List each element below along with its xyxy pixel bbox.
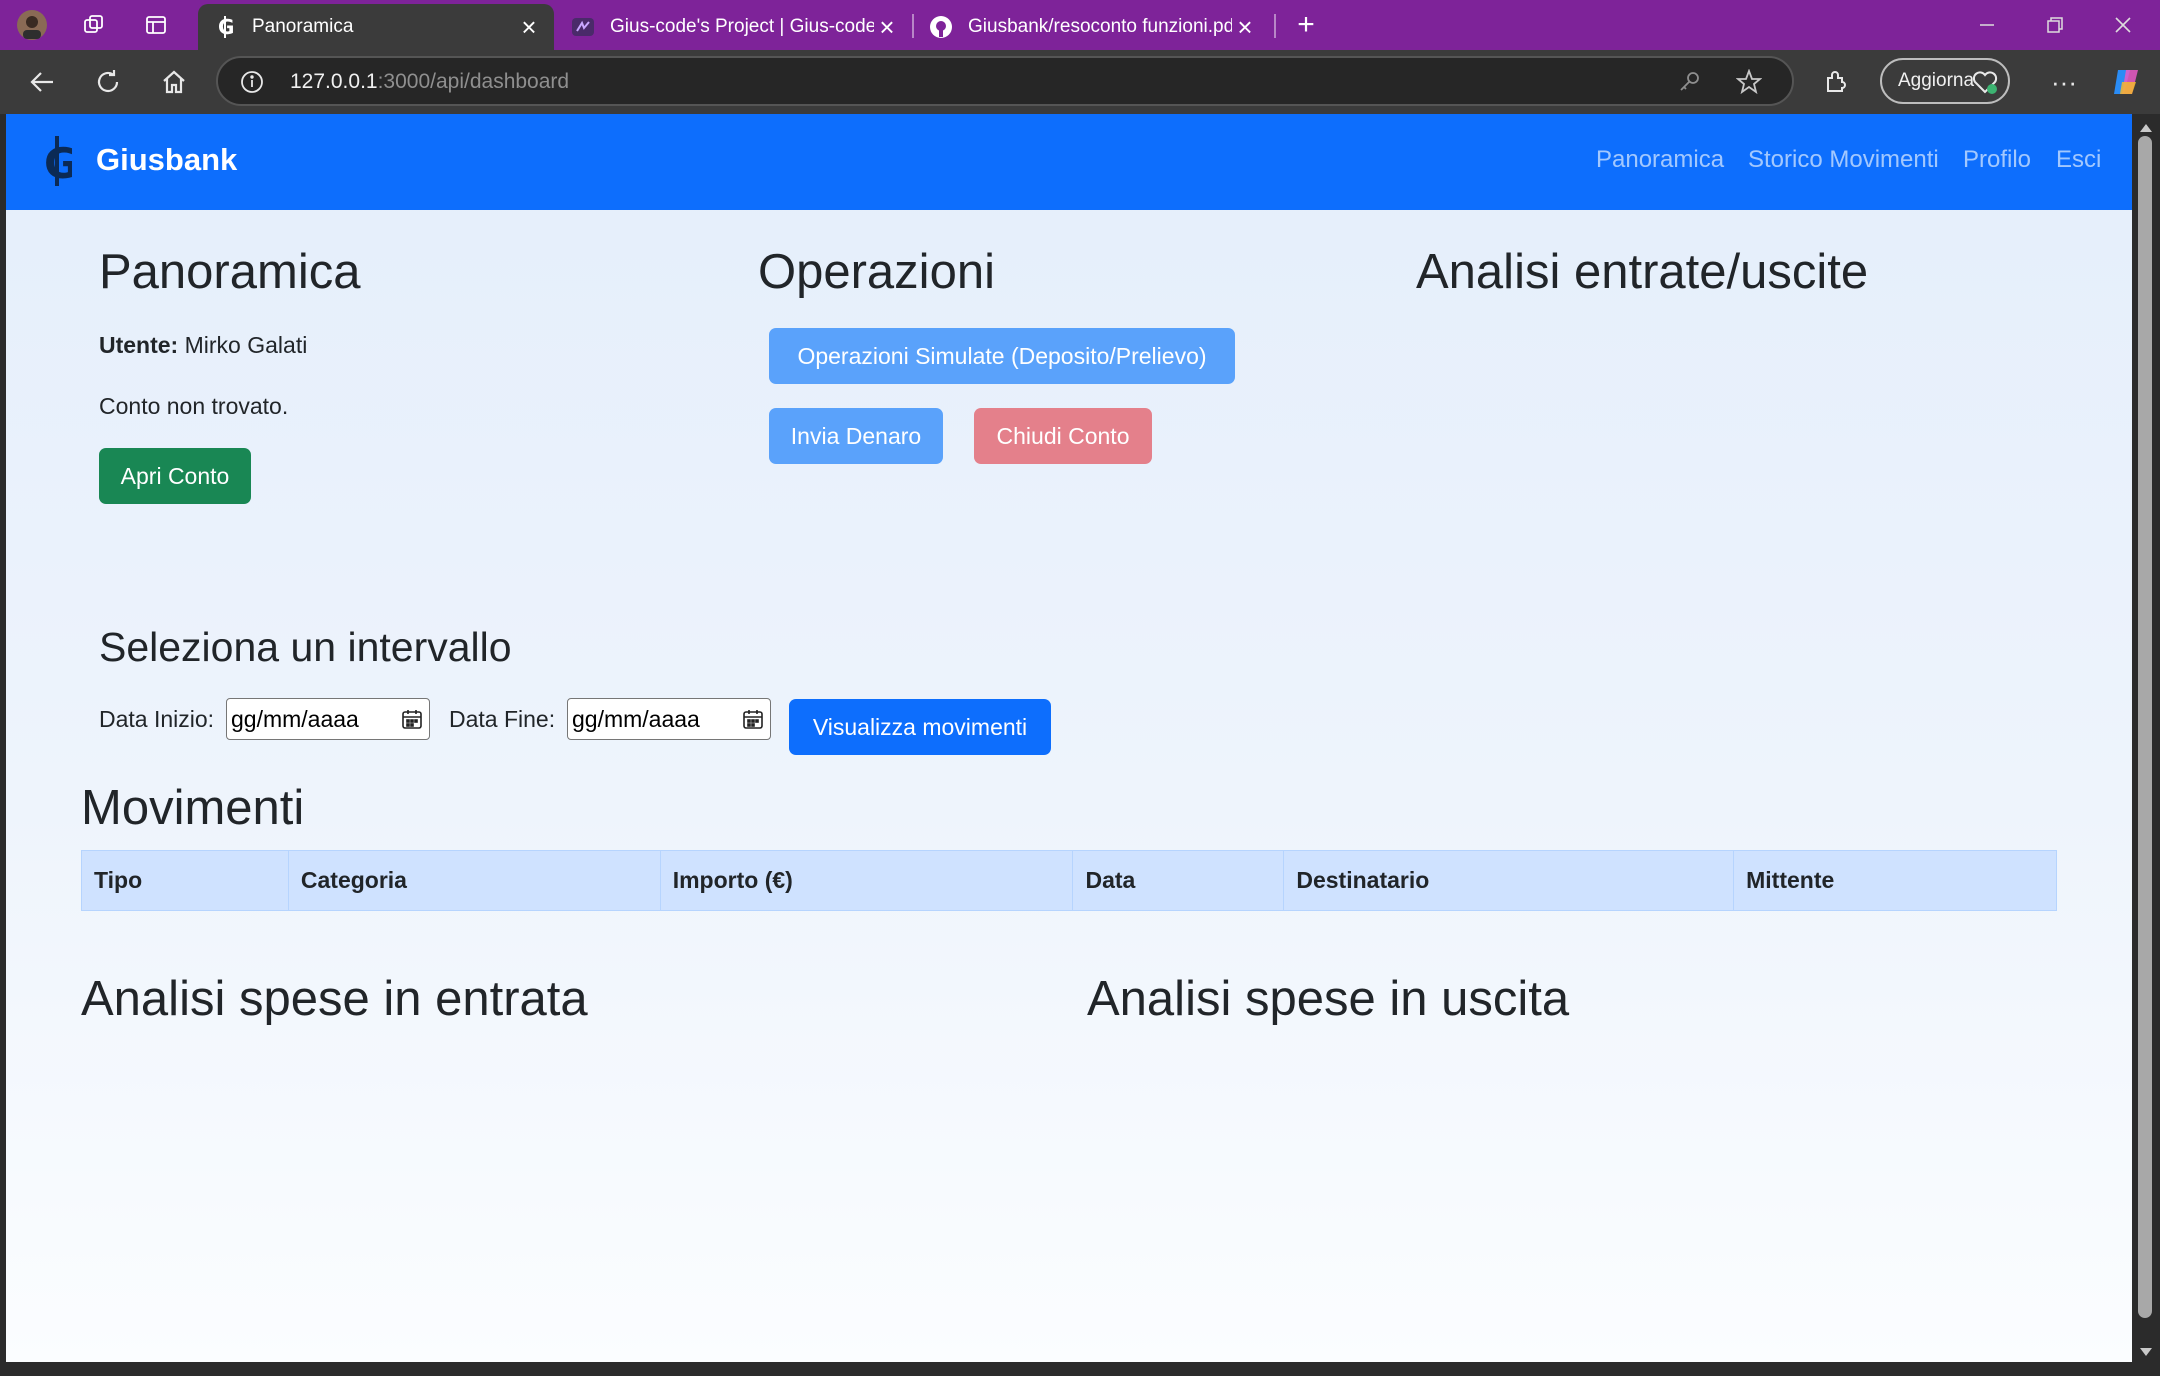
github-icon	[928, 14, 954, 40]
operations-title: Operazioni	[758, 245, 995, 299]
column-header-importo[interactable]: Importo (€)	[659, 850, 1074, 911]
back-arrow-icon[interactable]	[20, 60, 64, 104]
update-browser-button[interactable]: Aggiorna	[1880, 58, 2010, 104]
movements-title: Movimenti	[81, 781, 305, 835]
simulated-operations-button[interactable]: Operazioni Simulate (Deposito/Prelievo)	[769, 328, 1235, 384]
nav-link-storico-movimenti[interactable]: Storico Movimenti	[1748, 146, 1939, 174]
copilot-icon[interactable]	[2104, 60, 2148, 104]
close-icon[interactable]: ×	[516, 14, 542, 40]
restore-icon[interactable]	[2022, 0, 2088, 50]
tab-divider	[1274, 14, 1276, 38]
view-movements-button[interactable]: Visualizza movimenti	[789, 699, 1051, 755]
tab-panoramica[interactable]: G Panoramica ×	[198, 4, 554, 50]
browser-tab-strip: G Panoramica × Gius-code's Project | Giu…	[0, 0, 2160, 50]
giusbank-logo-icon[interactable]: G	[42, 134, 78, 193]
table-header-row: Tipo Categoria Importo (€) Data Destinat…	[81, 850, 2057, 911]
profile-avatar[interactable]	[16, 9, 48, 41]
home-icon[interactable]	[152, 60, 196, 104]
start-date-input[interactable]: gg/mm/aaaa	[226, 698, 430, 740]
column-header-mittente[interactable]: Mittente	[1733, 850, 2057, 911]
project-favicon-icon	[570, 14, 596, 40]
nav-link-panoramica[interactable]: Panoramica	[1596, 146, 1724, 174]
reload-icon[interactable]	[86, 60, 130, 104]
interval-title: Seleziona un intervallo	[99, 624, 512, 670]
tab-github-pdf[interactable]: Giusbank/resoconto funzioni.pdf ×	[914, 4, 1270, 50]
nav-link-profilo[interactable]: Profilo	[1963, 146, 2031, 174]
tab-project[interactable]: Gius-code's Project | Gius-code's ... ×	[556, 4, 912, 50]
scrollbar-thumb[interactable]	[2138, 136, 2152, 1318]
overview-title: Panoramica	[99, 245, 361, 299]
start-date-label: Data Inizio:	[99, 706, 215, 732]
extensions-icon[interactable]	[1814, 60, 1858, 104]
site-info-icon[interactable]	[240, 70, 264, 99]
scroll-down-arrow-icon[interactable]	[2139, 1344, 2153, 1362]
close-icon[interactable]: ×	[1232, 14, 1258, 40]
movements-table: Tipo Categoria Importo (€) Data Destinat…	[81, 850, 2057, 911]
send-money-button[interactable]: Invia Denaro	[769, 408, 943, 464]
analysis-title: Analisi entrate/uscite	[1416, 245, 1869, 299]
workspaces-icon[interactable]	[78, 9, 110, 41]
more-options-icon[interactable]: ···	[2042, 60, 2086, 104]
new-tab-plus-icon[interactable]: +	[1290, 8, 1322, 41]
expense-analysis-title: Analisi spese in uscita	[1087, 972, 1570, 1026]
window-close-icon[interactable]	[2090, 0, 2156, 50]
nav-link-esci[interactable]: Esci	[2056, 146, 2101, 174]
column-header-tipo[interactable]: Tipo	[81, 850, 289, 911]
column-header-destinatario[interactable]: Destinatario	[1283, 850, 1735, 911]
close-icon[interactable]: ×	[874, 14, 900, 40]
account-status-text: Conto non trovato.	[99, 393, 289, 419]
vertical-tabs-icon[interactable]	[140, 9, 172, 41]
end-date-input[interactable]: gg/mm/aaaa	[567, 698, 771, 740]
url-text: 127.0.0.1:3000/api/dashboard	[290, 70, 570, 93]
end-date-label: Data Fine:	[449, 706, 556, 732]
address-bar[interactable]: 127.0.0.1:3000/api/dashboard	[216, 56, 1794, 106]
brand-name[interactable]: Giusbank	[96, 142, 237, 178]
heart-pulse-icon	[1972, 69, 1998, 101]
column-header-categoria[interactable]: Categoria	[287, 850, 661, 911]
user-line: Utente: Mirko Galati	[99, 332, 308, 358]
page-viewport: G Giusbank Panoramica Storico Movimenti …	[6, 114, 2132, 1362]
income-analysis-title: Analisi spese in entrata	[81, 972, 588, 1026]
site-navbar: G Giusbank Panoramica Storico Movimenti …	[6, 114, 2132, 210]
page-scrollbar[interactable]	[2132, 114, 2160, 1362]
calendar-icon[interactable]	[742, 708, 764, 735]
browser-toolbar: 127.0.0.1:3000/api/dashboard Aggiorna ··…	[0, 50, 2160, 114]
window-bottom-edge	[0, 1362, 2160, 1376]
open-account-button[interactable]: Apri Conto	[99, 448, 251, 504]
calendar-icon[interactable]	[401, 708, 423, 735]
close-account-button[interactable]: Chiudi Conto	[974, 408, 1152, 464]
giusbank-favicon-icon: G	[212, 14, 238, 40]
favorite-star-icon[interactable]	[1735, 68, 1763, 100]
password-key-icon[interactable]	[1678, 70, 1702, 99]
minimize-icon[interactable]	[1954, 0, 2020, 50]
column-header-data[interactable]: Data	[1072, 850, 1285, 911]
